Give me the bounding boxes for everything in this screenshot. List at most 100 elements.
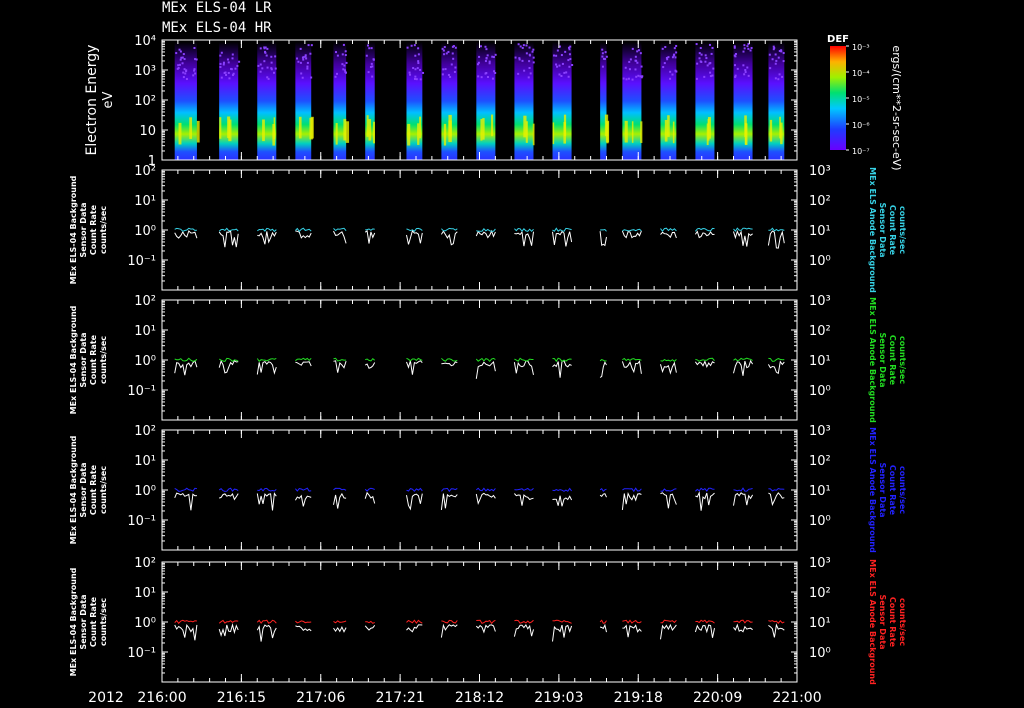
spectrogram-speckle xyxy=(674,56,677,59)
spectrogram-streak xyxy=(419,116,422,139)
series-line-colored xyxy=(295,620,312,624)
series-line-white xyxy=(218,359,239,374)
spectrogram-streak xyxy=(482,118,485,140)
spectrogram-speckle xyxy=(517,72,520,75)
spectrogram-speckle xyxy=(300,72,303,75)
spectrogram-streak xyxy=(744,115,747,137)
spectrogram-speckle xyxy=(441,73,444,76)
right-ylabel-line: counts/sec xyxy=(898,336,907,384)
series-line-white xyxy=(621,360,642,374)
spectrogram-speckle xyxy=(669,70,672,73)
spectrogram-streak xyxy=(262,119,265,142)
spectrogram-speckle xyxy=(447,74,450,77)
spectrogram-streak xyxy=(228,119,232,142)
series-line-white xyxy=(174,230,198,239)
spectrogram-speckle xyxy=(744,71,747,74)
right-ytick-label: 10³ xyxy=(809,424,831,439)
spectrogram-speckle xyxy=(747,74,750,77)
spectrogram-speckle xyxy=(671,73,674,76)
spectrogram-speckle xyxy=(452,57,455,60)
spectrogram-speckle xyxy=(219,66,222,69)
spectrogram-speckle xyxy=(695,77,698,80)
spectrogram-speckle xyxy=(220,51,223,54)
left-ylabel-line: counts/sec xyxy=(99,466,108,514)
spectrogram-speckle xyxy=(227,61,230,64)
spectrogram-speckle xyxy=(666,58,669,61)
spectrogram-speckle xyxy=(193,68,196,71)
spectrogram-speckle xyxy=(477,75,480,78)
left-ytick-label: 10⁰ xyxy=(134,354,156,369)
series-line-colored xyxy=(257,487,277,492)
spectrogram-speckle xyxy=(673,47,676,50)
series-line-white xyxy=(406,624,423,633)
series-line-colored xyxy=(733,487,753,492)
spectrogram-speckle xyxy=(708,62,711,65)
spectrogram-speckle xyxy=(181,62,184,65)
spectrogram-speckle xyxy=(272,71,275,74)
spectrogram-speckle xyxy=(182,71,185,74)
spectrogram-speckle xyxy=(627,77,630,80)
spectrogram-speckle xyxy=(414,75,417,78)
spectrogram-streak xyxy=(178,122,182,145)
spectrogram-speckle xyxy=(270,55,273,58)
spectrogram-speckle xyxy=(494,53,497,56)
spectrogram-speckle xyxy=(742,64,745,67)
series-line-colored xyxy=(600,228,607,232)
series-line-white xyxy=(733,623,753,633)
spectrogram-speckle xyxy=(183,68,186,71)
series-line-white xyxy=(514,230,534,247)
spectrogram-speckle xyxy=(564,50,567,53)
spectrogram-speckle xyxy=(558,73,561,76)
spectrogram-speckle xyxy=(419,78,422,81)
spectrogram-speckle xyxy=(336,54,339,57)
series-line-colored xyxy=(599,619,607,624)
spectrogram-speckle xyxy=(344,70,347,73)
spectrogram-speckle xyxy=(569,58,572,61)
right-ylabel-line: Sensor Data xyxy=(878,462,887,517)
spectrogram-speckle xyxy=(525,52,528,55)
spectrogram-speckle xyxy=(734,74,737,77)
spectrogram-speckle xyxy=(519,45,522,48)
series-line-colored xyxy=(257,227,277,233)
series-line-white xyxy=(174,359,198,376)
spectrogram-speckle xyxy=(709,75,712,78)
spectrogram-speckle xyxy=(185,70,188,73)
spectrogram-ytick-label: 10⁴ xyxy=(134,34,156,49)
spectrogram-speckle xyxy=(529,72,532,75)
spectrogram-speckle xyxy=(704,60,707,63)
spectrogram-speckle xyxy=(700,61,703,64)
series-line-colored xyxy=(365,228,375,231)
spectrogram-speckle xyxy=(371,75,374,78)
spectrogram-speckle xyxy=(413,44,416,47)
spectrogram-speckle xyxy=(639,52,642,55)
spectrogram-speckle xyxy=(299,61,302,64)
series-line-white xyxy=(364,362,376,369)
series-line-colored xyxy=(441,227,458,232)
spectrogram-speckle xyxy=(406,46,409,49)
left-ytick-label: 10² xyxy=(134,164,156,179)
series-line-white xyxy=(767,360,785,375)
spectrogram-segment xyxy=(174,42,197,160)
spectrogram-speckle xyxy=(639,75,642,78)
spectrogram-speckle xyxy=(175,52,178,55)
spectrogram-speckle xyxy=(733,64,736,67)
spectrogram-speckle xyxy=(563,71,566,74)
series-line-colored xyxy=(295,227,312,233)
spectrogram-speckle xyxy=(484,72,487,75)
series-line-colored xyxy=(476,228,496,232)
right-ylabel-line: counts/sec xyxy=(898,206,907,254)
spectrogram-speckle xyxy=(274,55,277,58)
colorbar-unit-label: ergs/(cm**2-sr-sec-eV) xyxy=(890,45,903,170)
right-ylabel-line: Count Rate xyxy=(888,335,897,386)
right-ytick-label: 10¹ xyxy=(809,484,831,499)
time-tick-label: 217:21 xyxy=(375,690,424,706)
spectrogram-streak xyxy=(606,121,609,144)
series-line-colored xyxy=(660,488,677,492)
spectrogram-streak xyxy=(624,120,628,143)
spectrogram-speckle xyxy=(228,77,231,80)
right-ylabel-line: MEx ELS Anode Background xyxy=(868,167,877,293)
spectrogram-speckle xyxy=(518,57,521,60)
left-ylabel-line: counts/sec xyxy=(99,336,108,384)
series-line-white xyxy=(333,492,347,509)
colorbar-tick-label: 10⁻⁷ xyxy=(852,147,870,156)
